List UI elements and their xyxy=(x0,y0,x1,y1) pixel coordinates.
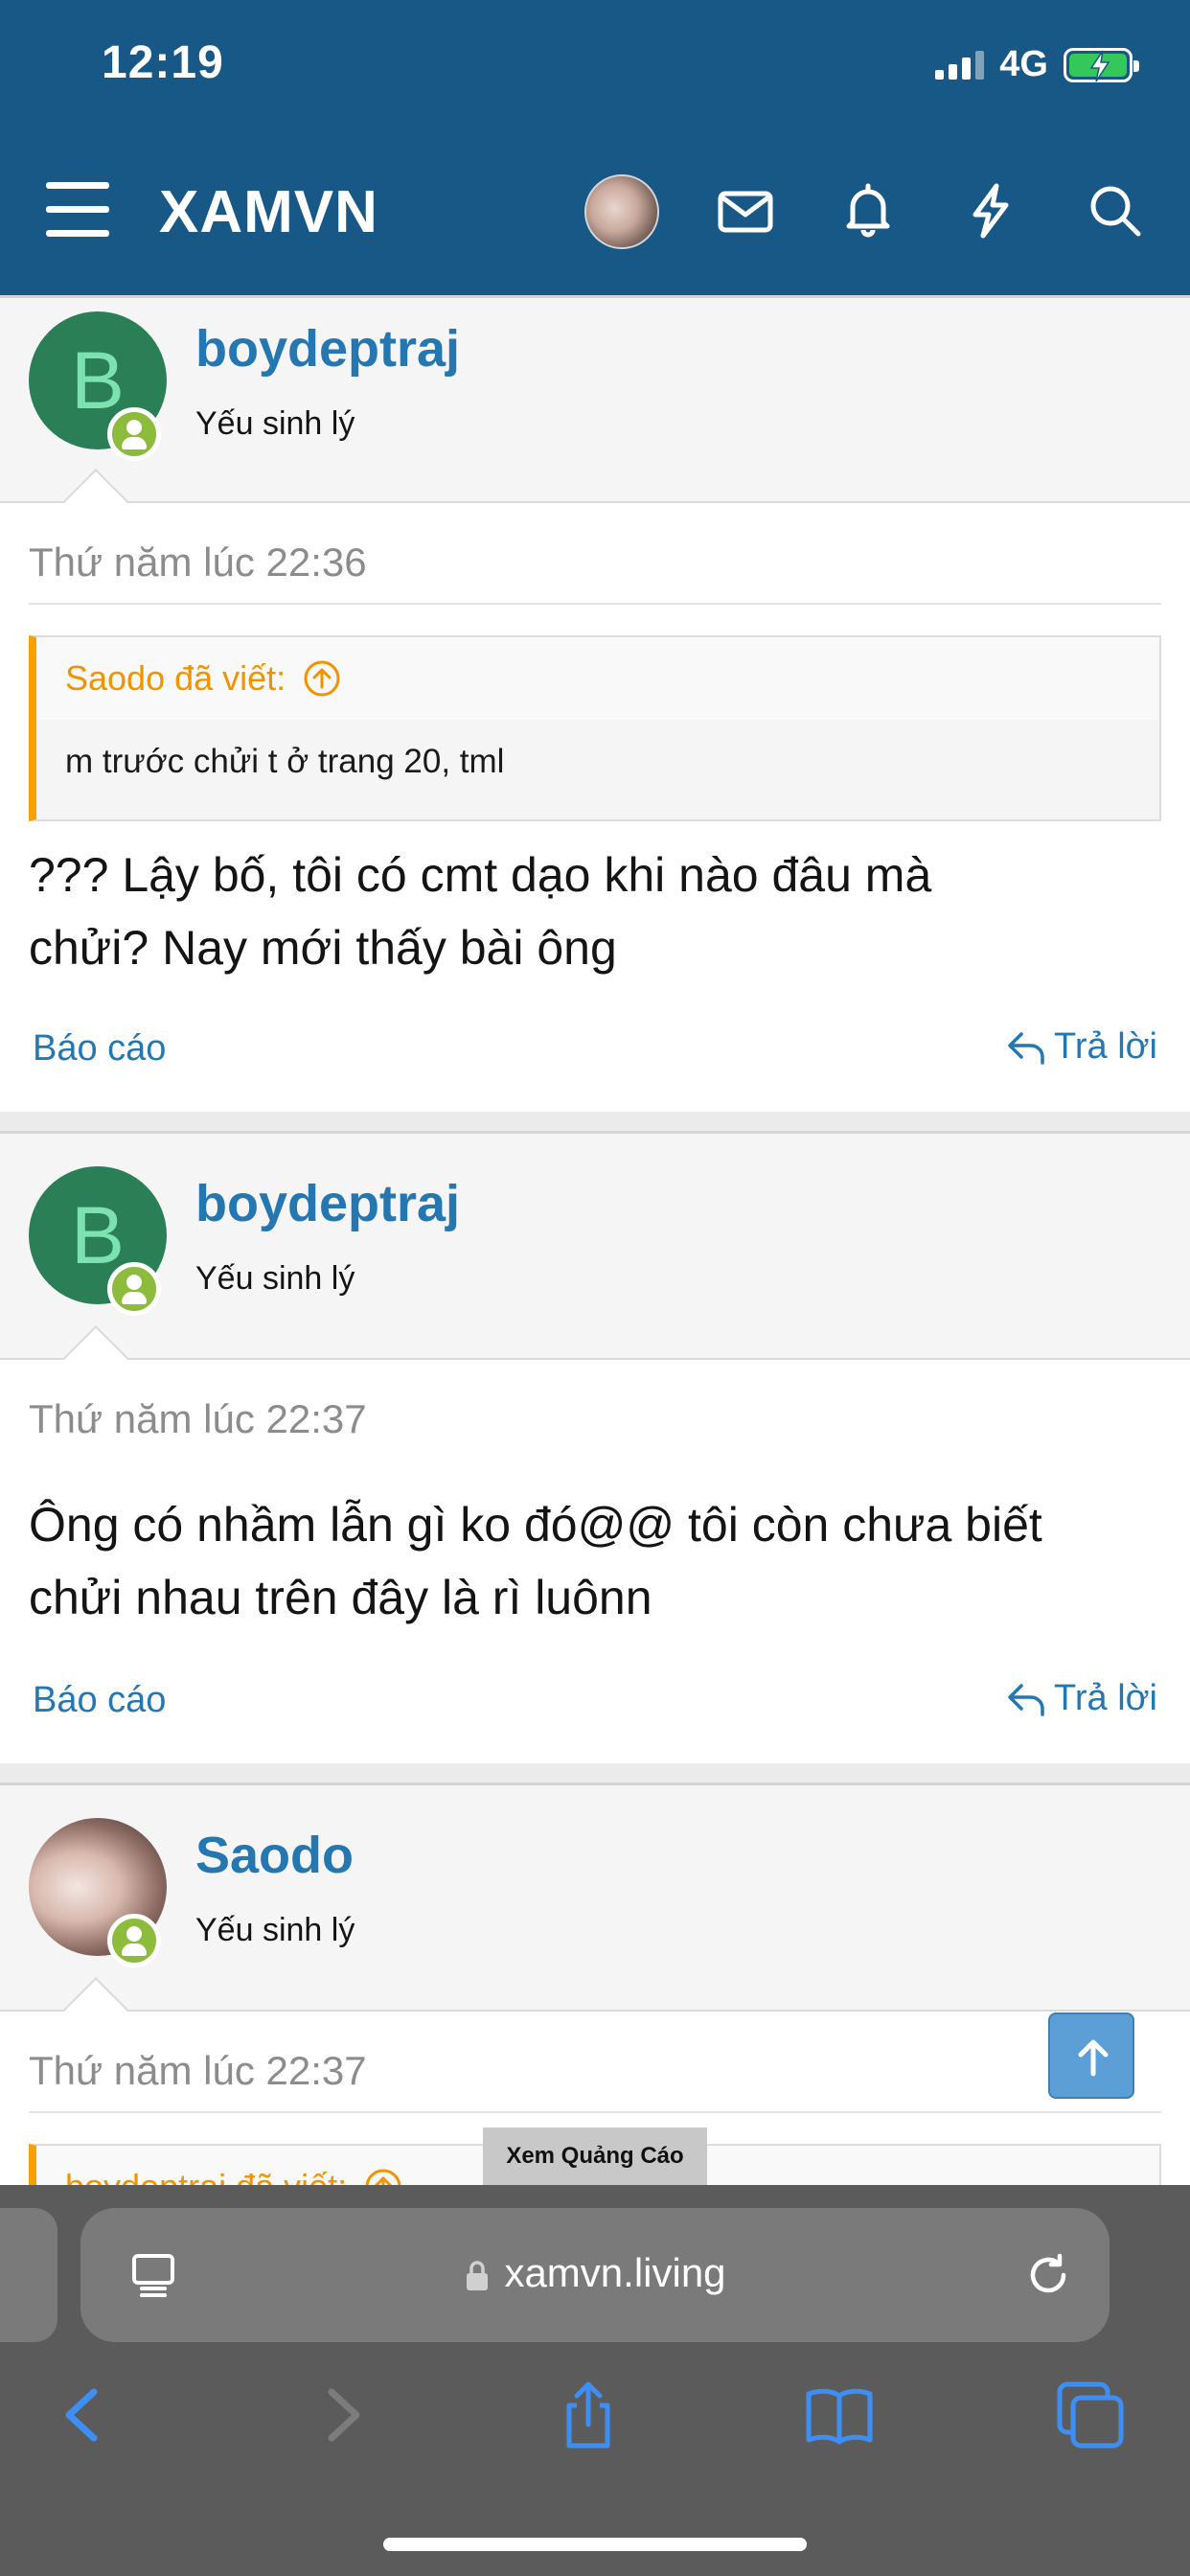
main-nav: XAMVN xyxy=(0,163,1190,259)
arrow-up-circle-icon[interactable] xyxy=(364,2168,402,2185)
reply-icon xyxy=(1008,1031,1044,1065)
status-time: 12:19 xyxy=(102,37,224,88)
chevron-left-icon xyxy=(65,2388,98,2442)
online-status-icon xyxy=(107,1262,161,1316)
quote-text: m trước chửi t ở trang 20, tml xyxy=(65,743,505,780)
quote-header[interactable]: Saodo đã viết: xyxy=(36,637,1159,720)
previous-tab-preview[interactable] xyxy=(0,2208,57,2342)
share-button[interactable] xyxy=(550,2377,627,2453)
chevron-right-icon xyxy=(328,2388,360,2442)
post-date[interactable]: Thứ năm lúc 22:37 xyxy=(29,2048,367,2094)
author-username[interactable]: boydeptraj xyxy=(195,319,460,379)
post-author-block: Saodo Yếu sinh lý xyxy=(0,1785,1190,2012)
report-link[interactable]: Báo cáo xyxy=(33,1028,166,1070)
author-user-title: Yếu sinh lý xyxy=(195,1912,355,1948)
reply-link[interactable]: Trả lời xyxy=(1006,1678,1157,1719)
scroll-to-top-button[interactable] xyxy=(1048,2012,1134,2099)
post-date[interactable]: Thứ năm lúc 22:36 xyxy=(29,540,367,586)
bookmarks-button[interactable] xyxy=(801,2377,878,2453)
arrow-up-circle-icon[interactable] xyxy=(303,659,341,698)
online-status-icon xyxy=(107,407,161,461)
post-content-line: chửi nhau trên đây là rì luônn xyxy=(29,1571,652,1624)
post-author-block: B boydeptraj Yếu sinh lý xyxy=(0,298,1190,503)
share-icon xyxy=(566,2381,610,2449)
quote-block: Saodo đã viết: m trước chửi t ở trang 20… xyxy=(29,635,1161,821)
lock-icon xyxy=(467,2261,489,2290)
reply-link[interactable]: Trả lời xyxy=(1006,1026,1157,1068)
online-status-icon xyxy=(107,1914,161,1967)
post-content-line: Ông có nhầm lẫn gì ko đó@@ tôi còn chưa … xyxy=(29,1498,1042,1552)
tabs-icon xyxy=(1057,2381,1124,2449)
post: B boydeptraj Yếu sinh lý Thứ năm lúc 22:… xyxy=(0,295,1190,1112)
lightning-icon[interactable] xyxy=(960,180,1021,242)
top-bar: 12:19 4G XAMVN xyxy=(0,0,1190,295)
forward-button[interactable] xyxy=(305,2377,381,2453)
search-icon[interactable] xyxy=(1085,180,1146,242)
author-username[interactable]: Saodo xyxy=(195,1826,354,1885)
post-content-line: chửi? Nay mới thấy bài ông xyxy=(29,921,617,975)
site-title[interactable]: XAMVN xyxy=(159,178,378,246)
post-author-block: B boydeptraj Yếu sinh lý xyxy=(0,1134,1190,1360)
author-user-title: Yếu sinh lý xyxy=(195,405,355,442)
network-type: 4G xyxy=(999,44,1048,84)
post: Saodo Yếu sinh lý Thứ năm lúc 22:37 boyd… xyxy=(0,1782,1190,2185)
mail-icon[interactable] xyxy=(715,180,776,242)
divider xyxy=(29,2111,1161,2113)
post-content-line: ??? Lậy bố, tôi có cmt dạo khi nào đâu m… xyxy=(29,848,932,902)
reply-icon xyxy=(1008,1683,1044,1716)
quote-author[interactable]: boydeptraj đã viết: xyxy=(65,2167,347,2185)
ad-tab[interactable]: Xem Quảng Cáo xyxy=(483,2128,707,2185)
post-content: ??? Lậy bố, tôi có cmt dạo khi nào đâu m… xyxy=(29,839,1159,984)
tabs-button[interactable] xyxy=(1052,2377,1129,2453)
book-icon xyxy=(806,2388,873,2445)
signal-icon xyxy=(935,50,985,80)
arrow-up-icon xyxy=(1078,2039,1109,2077)
url-text: xamvn.living xyxy=(504,2250,726,2295)
quote-author[interactable]: Saodo đã viết: xyxy=(65,658,286,699)
report-link[interactable]: Báo cáo xyxy=(33,1680,166,1721)
browser-toolbar: xamvn.living xyxy=(0,2185,1190,2576)
post-content: Ông có nhầm lẫn gì ko đó@@ tôi còn chưa … xyxy=(29,1488,1159,1634)
reply-label: Trả lời xyxy=(1054,1678,1157,1718)
reload-icon[interactable] xyxy=(1021,2248,1075,2302)
url-display[interactable]: xamvn.living xyxy=(80,2250,1110,2296)
status-indicators: 4G xyxy=(935,44,1139,85)
post: B boydeptraj Yếu sinh lý Thứ năm lúc 22:… xyxy=(0,1131,1190,1763)
battery-icon xyxy=(1064,47,1139,82)
menu-icon[interactable] xyxy=(46,182,109,238)
address-bar[interactable]: xamvn.living xyxy=(80,2208,1110,2342)
bell-icon[interactable] xyxy=(837,180,899,242)
home-indicator xyxy=(383,2538,807,2551)
user-avatar[interactable] xyxy=(584,174,659,249)
post-date[interactable]: Thứ năm lúc 22:37 xyxy=(29,1396,367,1442)
back-button[interactable] xyxy=(46,2377,123,2453)
author-user-title: Yếu sinh lý xyxy=(195,1260,355,1297)
author-username[interactable]: boydeptraj xyxy=(195,1174,460,1233)
divider xyxy=(29,603,1161,605)
reply-label: Trả lời xyxy=(1054,1026,1157,1067)
